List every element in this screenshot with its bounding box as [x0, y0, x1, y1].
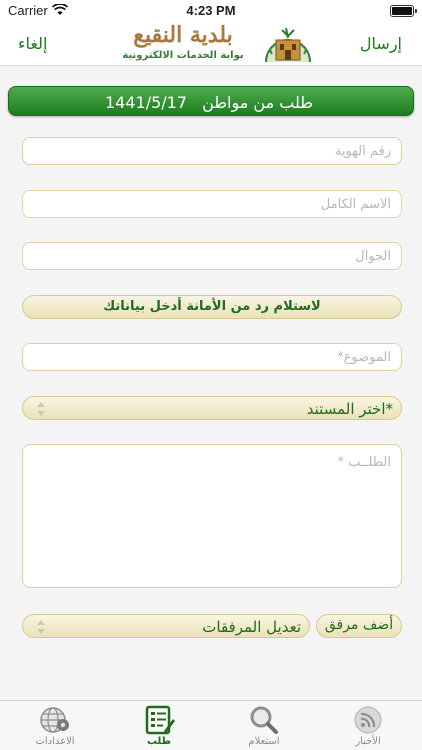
status-bar: Carrier 4:23 PM — [0, 0, 422, 22]
add-attachment-button[interactable]: أضف مرفق — [316, 614, 402, 638]
send-button[interactable]: إرسال — [360, 34, 402, 53]
tab-news-label: الأخبار — [355, 736, 381, 747]
mobile-input[interactable] — [23, 243, 401, 269]
request-header-bar: 1441/5/17 طلب من مواطن — [8, 86, 414, 116]
municipality-emblem-icon — [265, 27, 311, 63]
document-select-label: اختر المستند* — [306, 400, 393, 418]
tab-request-label: طلب — [146, 736, 172, 747]
subject-field — [22, 343, 402, 371]
id-number-field — [22, 137, 402, 165]
tab-bar: الأخبار استعلام طلب الاعدادات — [0, 700, 422, 750]
tab-inquiry-label: استعلام — [248, 736, 280, 747]
municipality-logo: بلدية النقيع بوابة الخدمات الالكترونية — [108, 22, 314, 66]
edit-attachments-label: تعديل المرفقات — [202, 618, 301, 636]
tab-news[interactable]: الأخبار — [333, 703, 403, 749]
select-arrows-icon — [37, 402, 45, 416]
nav-bar: إلغاء بلدية النقيع بوابة الخدمات الالكتر… — [0, 22, 422, 66]
full-name-input[interactable] — [23, 191, 401, 217]
request-textarea[interactable] — [23, 445, 401, 587]
settings-globe-icon — [40, 707, 69, 733]
document-select[interactable]: اختر المستند* — [22, 396, 402, 420]
tab-request[interactable]: طلب — [124, 703, 194, 749]
subject-input[interactable] — [23, 344, 401, 370]
tab-settings-label: الاعدادات — [35, 736, 75, 747]
news-rss-icon — [354, 706, 382, 734]
battery-icon — [390, 5, 417, 17]
request-form-icon — [145, 705, 175, 735]
mobile-field — [22, 242, 402, 270]
request-text-field — [22, 444, 402, 588]
full-name-field — [22, 190, 402, 218]
request-title: طلب من مواطن — [202, 93, 313, 112]
cancel-button[interactable]: إلغاء — [18, 34, 47, 53]
select-arrows-icon — [37, 620, 45, 634]
tab-inquiry[interactable]: استعلام — [229, 703, 299, 749]
logo-title: بلدية النقيع — [133, 22, 233, 48]
search-inquiry-icon — [250, 706, 278, 734]
edit-attachments-select[interactable]: تعديل المرفقات — [22, 614, 310, 638]
reply-data-button[interactable]: لاستلام رد من الأمانة أدخل بياناتك — [22, 295, 402, 319]
request-date: 1441/5/17 — [105, 93, 188, 112]
clock: 4:23 PM — [186, 3, 236, 18]
logo-subtitle: بوابة الخدمات الالكترونية — [122, 50, 244, 61]
tab-settings[interactable]: الاعدادات — [20, 703, 90, 749]
id-number-input[interactable] — [23, 138, 401, 164]
